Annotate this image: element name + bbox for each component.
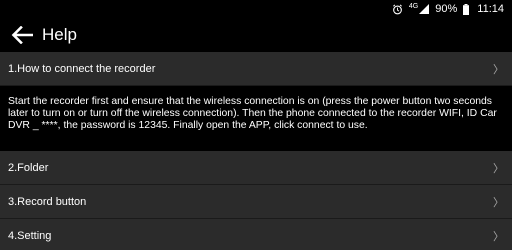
battery-percent: 90% [435,3,458,15]
battery-icon [463,3,470,15]
help-answer: Start the recorder first and ensure that… [0,86,512,151]
app-bar: Help [0,18,512,52]
help-item-connect[interactable]: 1.How to connect the recorder 〉 [0,52,512,86]
back-arrow-icon [11,26,33,44]
help-item-folder[interactable]: 2.Folder 〉 [0,151,512,185]
status-bar: 4G 90% 11:14 [0,0,512,18]
help-list: 1.How to connect the recorder 〉 Start th… [0,52,512,250]
help-item-label: 3.Record button [8,195,87,208]
alarm-icon [392,4,403,15]
chevron-right-icon: 〉 [493,196,504,209]
help-item-label: 1.How to connect the recorder [8,62,156,75]
help-screen: 4G 90% 11:14 Help 1.How to connect the r… [0,0,512,250]
chevron-right-icon: 〉 [493,63,504,76]
help-item-setting[interactable]: 4.Setting 〉 [0,219,512,250]
network-type: 4G [408,2,419,10]
clock: 11:14 [477,3,504,15]
chevron-right-icon: 〉 [493,230,504,243]
help-item-record-button[interactable]: 3.Record button 〉 [0,185,512,219]
page-title: Help [42,25,77,44]
chevron-right-icon: 〉 [493,162,504,175]
signal-icon: 4G [408,2,430,14]
help-item-label: 4.Setting [8,229,52,242]
back-button[interactable] [2,18,42,52]
help-item-label: 2.Folder [8,161,49,174]
